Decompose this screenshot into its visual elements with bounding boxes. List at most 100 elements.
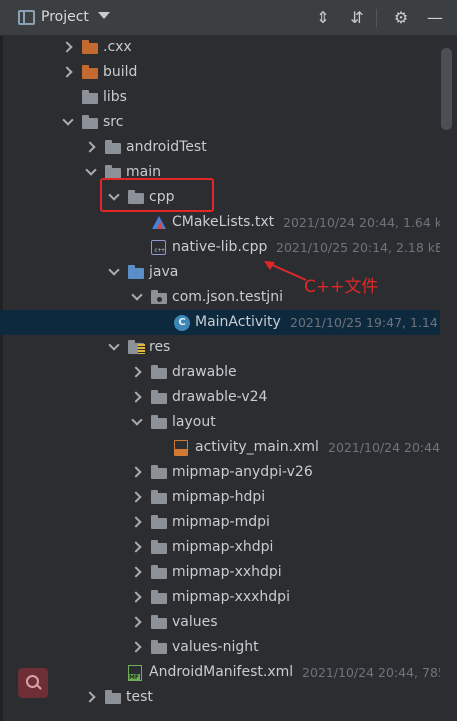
chevron-right-icon[interactable]	[131, 535, 145, 560]
tree-item-meta: 2021/10/25 20:14, 2.18 kB M	[276, 240, 440, 255]
toolbar-divider	[376, 9, 377, 27]
folder-icon	[150, 539, 168, 556]
tree-item-activity-main[interactable]: activity_main.xml 2021/10/24 20:44, 81	[0, 435, 440, 460]
chevron-right-icon[interactable]	[85, 135, 99, 160]
minimize-icon[interactable]: —	[425, 8, 445, 28]
chevron-right-icon[interactable]	[62, 60, 76, 85]
cpp-highlight-box	[100, 178, 214, 212]
chevron-down-icon[interactable]	[108, 260, 122, 285]
tree-item-build[interactable]: build	[0, 60, 440, 85]
tree-item-label: MainActivity	[195, 314, 281, 330]
package-icon	[150, 289, 168, 306]
gear-icon[interactable]: ⚙	[391, 8, 411, 28]
chevron-right-icon[interactable]	[131, 610, 145, 635]
tree-item-label: res	[149, 339, 171, 355]
search-icon[interactable]	[18, 668, 48, 698]
folder-icon	[150, 414, 168, 431]
tree-item-meta: 2021/10/24 20:44, 1.64 kB T	[283, 215, 440, 230]
folder-icon	[150, 639, 168, 656]
chevron-right-icon[interactable]	[131, 385, 145, 410]
tree-item-layout[interactable]: layout	[0, 410, 440, 435]
tree-item-test[interactable]: test	[0, 685, 440, 710]
tree-item-drawable[interactable]: drawable	[0, 360, 440, 385]
res-folder-icon	[127, 339, 145, 356]
tree-item-native-lib[interactable]: c++ native-lib.cpp 2021/10/25 20:14, 2.18 …	[0, 235, 440, 260]
folder-icon	[150, 564, 168, 581]
chevron-down-icon[interactable]	[98, 12, 110, 19]
tree-item-dotcxx[interactable]: .cxx	[0, 36, 440, 60]
collapse-all-icon[interactable]: ⇵	[347, 8, 367, 28]
tree-item-label: .cxx	[103, 39, 132, 55]
tree-item-mipmap-anydpi[interactable]: mipmap-anydpi-v26	[0, 460, 440, 485]
tree-item-label: libs	[103, 89, 127, 105]
xml-file-icon	[173, 439, 191, 456]
folder-blue-icon	[127, 264, 145, 281]
chevron-down-icon[interactable]	[131, 410, 145, 435]
expand-all-icon[interactable]: ⇕	[313, 8, 333, 28]
tree-item-libs[interactable]: libs	[0, 85, 440, 110]
tree-item-mainactivity[interactable]: CMainActivity 2021/10/25 19:47, 1.14 kE	[0, 310, 440, 335]
folder-icon	[150, 489, 168, 506]
tree-item-meta: 2021/10/24 20:44, 81	[328, 440, 440, 455]
tree-item-label: activity_main.xml	[195, 439, 319, 455]
chevron-down-icon[interactable]	[62, 110, 76, 135]
tree-item-mipmap-mdpi[interactable]: mipmap-mdpi	[0, 510, 440, 535]
chevron-right-icon[interactable]	[131, 485, 145, 510]
project-view-icon[interactable]	[18, 10, 35, 25]
tree-item-label: native-lib.cpp	[172, 239, 268, 255]
cpp-file-icon: c++	[150, 239, 168, 256]
chevron-down-icon[interactable]	[108, 335, 122, 360]
tree-item-label: com.json.testjni	[172, 289, 283, 305]
folder-orange-icon	[81, 39, 99, 56]
folder-icon	[150, 389, 168, 406]
tree-item-label: androidTest	[126, 139, 207, 155]
tree-item-mipmap-xhdpi[interactable]: mipmap-xhdpi	[0, 535, 440, 560]
tree-item-label: build	[103, 64, 138, 80]
tree-item-src[interactable]: src	[0, 110, 440, 135]
folder-icon	[104, 139, 122, 156]
tree-item-cpp[interactable]: cpp	[0, 185, 440, 210]
project-view-title[interactable]: Project	[41, 9, 89, 25]
chevron-down-icon[interactable]	[85, 160, 99, 185]
tree-item-label: mipmap-xxhdpi	[172, 564, 282, 580]
tree-item-label: values-night	[172, 639, 259, 655]
folder-icon	[150, 364, 168, 381]
chevron-right-icon[interactable]	[85, 685, 99, 710]
tree-item-label: mipmap-mdpi	[172, 514, 270, 530]
folder-icon	[150, 514, 168, 531]
project-tree: .cxx build libs src androidTest main cpp CMakeL…	[0, 36, 440, 721]
chevron-right-icon[interactable]	[62, 36, 76, 60]
tree-item-cmakelists[interactable]: CMakeLists.txt 2021/10/24 20:44, 1.64 kB …	[0, 210, 440, 235]
chevron-right-icon[interactable]	[131, 560, 145, 585]
project-toolbar: Project ⇕ ⇵ ⚙ —	[0, 0, 457, 36]
tree-item-androidtest[interactable]: androidTest	[0, 135, 440, 160]
tree-item-res[interactable]: res	[0, 335, 440, 360]
tree-item-label: mipmap-xxxhdpi	[172, 589, 290, 605]
chevron-right-icon[interactable]	[131, 635, 145, 660]
tree-item-mipmap-hdpi[interactable]: mipmap-hdpi	[0, 485, 440, 510]
tree-item-main[interactable]: main	[0, 160, 440, 185]
chevron-right-icon[interactable]	[131, 510, 145, 535]
tree-item-meta: 2021/10/24 20:44, 785	[302, 665, 440, 680]
tree-item-manifest[interactable]: MF AndroidManifest.xml 2021/10/24 20:44, 7…	[0, 660, 440, 685]
tree-item-meta: 2021/10/25 19:47, 1.14 kE	[290, 315, 440, 330]
tree-item-drawable-v24[interactable]: drawable-v24	[0, 385, 440, 410]
chevron-right-icon[interactable]	[131, 360, 145, 385]
scrollbar-thumb[interactable]	[441, 48, 452, 130]
tree-item-values-night[interactable]: values-night	[0, 635, 440, 660]
annotation-label: C++文件	[304, 277, 379, 297]
folder-icon	[104, 689, 122, 706]
tree-item-label: CMakeLists.txt	[172, 214, 275, 230]
tree-item-values[interactable]: values	[0, 610, 440, 635]
annotation-arrow-icon	[264, 261, 307, 281]
folder-icon	[150, 464, 168, 481]
tree-item-label: mipmap-xhdpi	[172, 539, 274, 555]
tree-item-mipmap-xxhdpi[interactable]: mipmap-xxhdpi	[0, 560, 440, 585]
chevron-right-icon[interactable]	[131, 460, 145, 485]
scrollbar-track[interactable]	[440, 36, 457, 721]
chevron-right-icon[interactable]	[131, 585, 145, 610]
manifest-icon: MF	[127, 664, 145, 681]
chevron-down-icon[interactable]	[131, 285, 145, 310]
tree-item-mipmap-xxxhdpi[interactable]: mipmap-xxxhdpi	[0, 585, 440, 610]
tree-item-label: mipmap-anydpi-v26	[172, 464, 313, 480]
